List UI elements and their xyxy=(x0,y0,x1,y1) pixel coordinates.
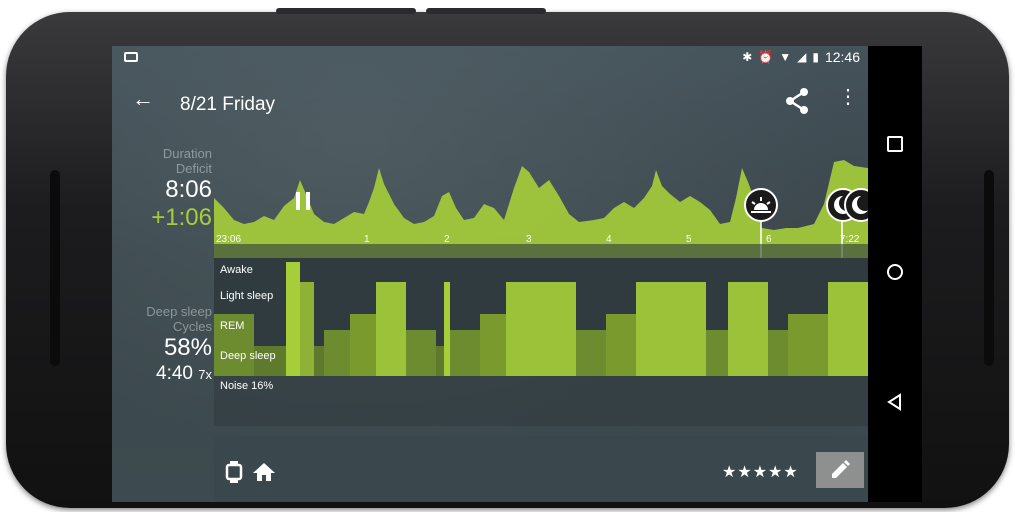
hour-tick: 5 xyxy=(686,234,692,245)
screen: ✱ ⏰ ▼ ◢ ▮ 12:46 ← 8/21 Friday ⋮ Duration… xyxy=(112,46,922,502)
hypnogram-bars xyxy=(214,262,868,376)
hour-tick: 6 xyxy=(766,234,772,245)
notification-icon xyxy=(124,52,138,62)
hour-tick: 2 xyxy=(444,234,450,245)
duration-value: 8:06 xyxy=(165,176,212,203)
hour-tick: 1 xyxy=(364,234,370,245)
watch-icon[interactable] xyxy=(224,460,244,484)
app-bar: ← 8/21 Friday ⋮ xyxy=(112,70,868,136)
system-nav-bar xyxy=(868,46,922,502)
status-time: 12:46 xyxy=(824,49,860,65)
cycles-label: Cycles xyxy=(172,319,212,334)
share-icon[interactable] xyxy=(782,86,812,116)
level-awake-label: Awake xyxy=(220,264,253,276)
hypnogram[interactable]: Awake Light sleep REM Deep sleep xyxy=(214,258,868,376)
cycles-value: 4:40 xyxy=(156,363,193,384)
level-rem-label: REM xyxy=(220,320,245,332)
alarm-icon: ⏰ xyxy=(758,50,774,64)
sleep-stats: Duration Deficit 8:06 +1:06 Deep sleep C… xyxy=(112,146,212,387)
deficit-label: Deficit xyxy=(175,161,212,176)
pencil-icon xyxy=(832,460,850,478)
deep-sleep-label: Deep sleep xyxy=(146,304,212,319)
chart-end-time: 7:22 xyxy=(840,234,860,245)
noise-label: Noise 16% xyxy=(220,380,274,392)
bluetooth-icon: ✱ xyxy=(742,50,753,64)
phone-frame: ✱ ⏰ ▼ ◢ ▮ 12:46 ← 8/21 Friday ⋮ Duration… xyxy=(6,8,1009,508)
home-icon[interactable] xyxy=(252,462,276,482)
deep-sleep-value: 58% xyxy=(163,334,212,361)
battery-icon: ▮ xyxy=(812,50,819,64)
back-button[interactable] xyxy=(885,392,905,412)
sunrise-marker-icon[interactable] xyxy=(744,188,778,222)
more-options-icon[interactable]: ⋮ xyxy=(838,87,858,107)
left-speaker-grille xyxy=(50,170,60,366)
duration-label: Duration xyxy=(162,146,212,161)
hour-tick: 4 xyxy=(606,234,612,245)
edit-button[interactable] xyxy=(816,452,864,488)
noise-section[interactable]: Noise 16% xyxy=(214,376,868,426)
home-button[interactable] xyxy=(885,262,905,282)
recents-button[interactable] xyxy=(885,134,905,154)
level-light-sleep-label: Light sleep xyxy=(220,290,274,302)
back-arrow-icon[interactable]: ← xyxy=(132,86,154,112)
hour-tick: 3 xyxy=(526,234,532,245)
activity-chart[interactable]: 23:06 1 2 3 4 5 6 7:22 xyxy=(214,158,878,258)
rating-stars[interactable]: ★★★★★ xyxy=(722,462,799,482)
signal-icon: ◢ xyxy=(797,50,807,64)
status-bar: ✱ ⏰ ▼ ◢ ▮ 12:46 xyxy=(112,46,868,70)
wifi-icon: ▼ xyxy=(779,50,792,64)
bottom-bar: ★★★★★ xyxy=(214,436,868,502)
level-deep-sleep-label: Deep sleep xyxy=(220,350,276,362)
right-speaker-grille xyxy=(984,170,994,366)
chart-start-time: 23:06 xyxy=(216,234,242,245)
deficit-value: +1:06 xyxy=(151,204,212,231)
cycles-count: 7x xyxy=(198,367,212,382)
page-title: 8/21 Friday xyxy=(180,94,276,115)
